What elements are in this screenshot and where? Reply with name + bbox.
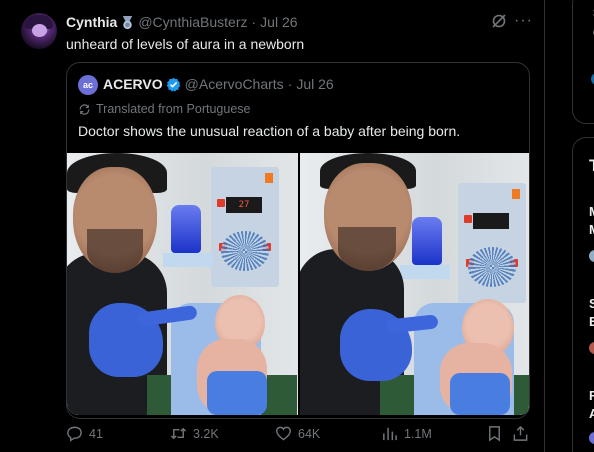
translation-notice[interactable]: Translated from Portuguese xyxy=(78,102,250,116)
media-photo-2[interactable] xyxy=(300,153,529,415)
monitor-device xyxy=(458,183,526,303)
tweet-text: unheard of levels of aura in a newborn xyxy=(66,36,305,52)
tweet[interactable]: Cynthia @CynthiaBusterz · Jul 26 ··· unh… xyxy=(0,0,545,452)
sidebar-letter: S xyxy=(589,296,594,311)
media-photo-1[interactable]: 27 xyxy=(67,153,298,415)
sidebar-avatar xyxy=(589,250,594,262)
verified-icon xyxy=(166,77,180,92)
like-count: 64K xyxy=(298,426,321,441)
device-readout: 27 xyxy=(226,197,262,213)
sidebar-card-top[interactable]: S C xyxy=(572,0,594,124)
translate-icon xyxy=(79,103,90,115)
sidebar-letter: M xyxy=(589,222,594,237)
sidebar-letter: F xyxy=(589,388,594,403)
like-icon xyxy=(275,426,292,441)
reply-count: 41 xyxy=(89,426,103,441)
quoted-author-name[interactable]: ACERVO xyxy=(103,76,163,92)
views-icon xyxy=(383,427,397,441)
tweet-actions: 41 3.2K 64K 1.1M xyxy=(66,425,536,445)
tweet-header: Cynthia @CynthiaBusterz · Jul 26 xyxy=(66,14,298,30)
sidebar-letter: T xyxy=(589,156,594,176)
reply-button[interactable]: 41 xyxy=(66,425,103,442)
author-handle[interactable]: @CynthiaBusterz xyxy=(138,14,247,30)
sidebar-letter: M xyxy=(589,204,594,219)
quoted-header-separator: · xyxy=(287,76,293,92)
repost-count: 3.2K xyxy=(193,426,219,441)
tweet-date[interactable]: Jul 26 xyxy=(260,14,297,30)
header-separator: · xyxy=(251,14,257,30)
repost-button[interactable]: 3.2K xyxy=(170,425,219,442)
monitor-device: 27 xyxy=(211,167,279,287)
quoted-tweet-text: Doctor shows the unusual reaction of a b… xyxy=(78,123,461,139)
quoted-author-handle[interactable]: @AcervoCharts xyxy=(185,76,284,92)
quoted-tweet[interactable]: ac ACERVO @AcervoCharts · Jul 26 Transla… xyxy=(66,62,530,419)
sidebar-avatar xyxy=(589,342,594,354)
medal-badge-icon xyxy=(123,15,133,29)
grok-icon[interactable] xyxy=(490,12,508,30)
quoted-author-avatar[interactable]: ac xyxy=(78,75,98,95)
like-button[interactable]: 64K xyxy=(275,425,320,442)
translation-label: Translated from Portuguese xyxy=(96,102,251,116)
views-button[interactable]: 1.1M xyxy=(381,425,432,442)
bookmark-icon xyxy=(489,426,500,442)
bookmark-button[interactable] xyxy=(486,425,503,442)
more-icon[interactable]: ··· xyxy=(514,12,532,30)
share-icon xyxy=(513,425,528,441)
right-sidebar: S C T M M S E F A xyxy=(572,0,594,452)
sidebar-letter: E xyxy=(589,314,594,329)
sidebar-card-trends[interactable]: T M M S E F A xyxy=(572,137,594,452)
author-name[interactable]: Cynthia xyxy=(66,14,117,30)
sidebar-avatar xyxy=(589,432,594,444)
reply-icon xyxy=(67,426,82,442)
author-avatar[interactable] xyxy=(21,13,57,49)
avatar-face xyxy=(32,24,47,37)
media-grid[interactable]: 27 xyxy=(67,153,529,415)
quoted-tweet-header: ACERVO @AcervoCharts · Jul 26 xyxy=(103,76,334,92)
share-button[interactable] xyxy=(512,425,529,442)
quoted-tweet-date[interactable]: Jul 26 xyxy=(296,76,333,92)
repost-icon xyxy=(170,427,187,440)
views-count: 1.1M xyxy=(404,426,432,441)
sidebar-letter: A xyxy=(589,406,594,421)
